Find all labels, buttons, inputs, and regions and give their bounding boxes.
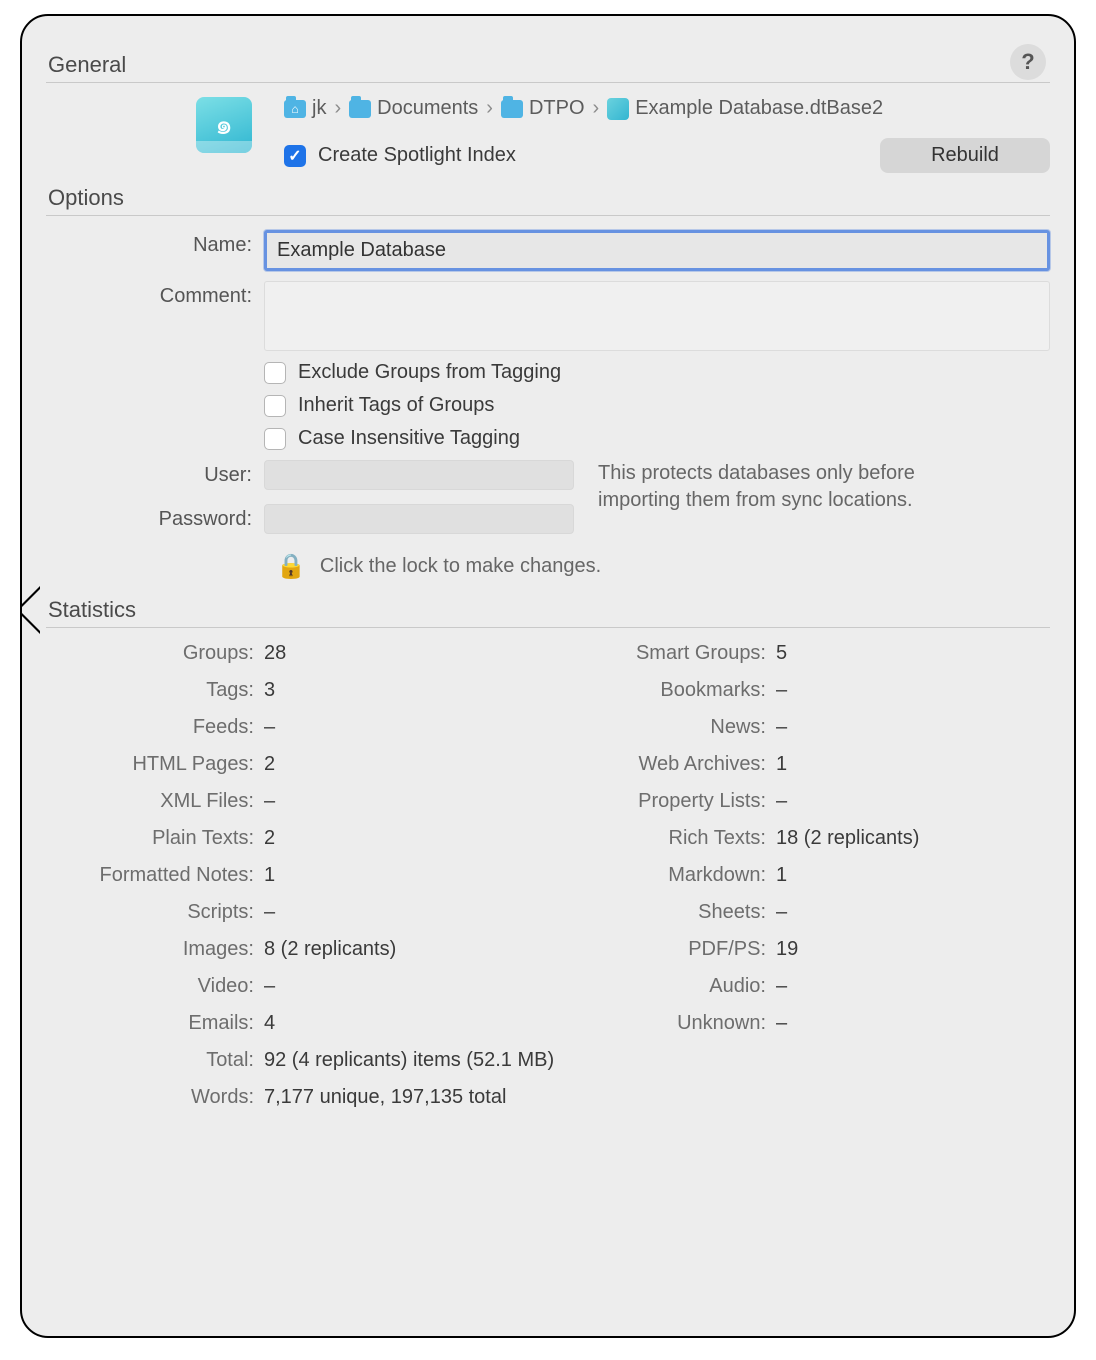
case-insensitive-label: Case Insensitive Tagging bbox=[298, 427, 520, 450]
chevron-right-icon: › bbox=[593, 97, 600, 120]
comment-label: Comment: bbox=[46, 281, 264, 308]
stat-row: Rich Texts:18 (2 replicants) bbox=[558, 827, 1050, 850]
section-title-statistics: Statistics bbox=[48, 597, 1050, 623]
spotlight-index-checkbox[interactable] bbox=[284, 145, 306, 167]
popover-arrow bbox=[20, 586, 43, 634]
chevron-right-icon: › bbox=[334, 97, 341, 120]
divider bbox=[46, 215, 1050, 216]
stat-row: Unknown:– bbox=[558, 1012, 1050, 1035]
divider bbox=[46, 82, 1050, 83]
stat-row: Audio:– bbox=[558, 975, 1050, 998]
stat-row: Scripts:– bbox=[46, 901, 538, 924]
divider bbox=[46, 627, 1050, 628]
section-title-general: General bbox=[48, 52, 1050, 78]
user-label: User: bbox=[46, 460, 264, 487]
breadcrumb-item[interactable]: Example Database.dtBase2 bbox=[607, 97, 883, 120]
stat-row-total: Total:92 (4 replicants) items (52.1 MB) bbox=[46, 1049, 1050, 1072]
user-input[interactable] bbox=[264, 460, 574, 490]
folder-icon bbox=[284, 100, 306, 118]
breadcrumb-item[interactable]: DTPO bbox=[501, 97, 585, 120]
comment-input[interactable] bbox=[264, 281, 1050, 351]
breadcrumb-item[interactable]: Documents bbox=[349, 97, 478, 120]
stat-row-words: Words:7,177 unique, 197,135 total bbox=[46, 1086, 1050, 1109]
inherit-tags-label: Inherit Tags of Groups bbox=[298, 394, 494, 417]
inherit-tags-checkbox[interactable] bbox=[264, 395, 286, 417]
stat-row: Bookmarks:– bbox=[558, 679, 1050, 702]
exclude-groups-checkbox[interactable] bbox=[264, 362, 286, 384]
stat-row: News:– bbox=[558, 716, 1050, 739]
stat-row: Emails:4 bbox=[46, 1012, 538, 1035]
chevron-right-icon: › bbox=[486, 97, 493, 120]
stat-row: Images:8 (2 replicants) bbox=[46, 938, 538, 961]
breadcrumb-item[interactable]: jk bbox=[284, 97, 326, 120]
stat-row: PDF/PS:19 bbox=[558, 938, 1050, 961]
database-properties-panel: ? General ๑ jk › Documents › DTPO › Exam… bbox=[20, 14, 1076, 1338]
stat-row: Video:– bbox=[46, 975, 538, 998]
stat-row: Feeds:– bbox=[46, 716, 538, 739]
password-input[interactable] bbox=[264, 504, 574, 534]
case-insensitive-checkbox[interactable] bbox=[264, 428, 286, 450]
name-label: Name: bbox=[46, 230, 264, 257]
help-button[interactable]: ? bbox=[1010, 44, 1046, 80]
spotlight-index-label: Create Spotlight Index bbox=[318, 144, 516, 167]
stat-row: Smart Groups:5 bbox=[558, 642, 1050, 665]
question-mark-icon: ? bbox=[1021, 49, 1034, 75]
stat-row: Sheets:– bbox=[558, 901, 1050, 924]
stat-row: Formatted Notes:1 bbox=[46, 864, 538, 887]
name-input[interactable]: Example Database bbox=[264, 230, 1050, 271]
stat-row: XML Files:– bbox=[46, 790, 538, 813]
statistics-grid: Groups:28 Smart Groups:5 Tags:3 Bookmark… bbox=[46, 642, 1050, 1109]
folder-icon bbox=[349, 100, 371, 118]
stat-row: Groups:28 bbox=[46, 642, 538, 665]
lock-text: Click the lock to make changes. bbox=[320, 555, 601, 578]
database-icon: ๑ bbox=[196, 97, 252, 153]
password-label: Password: bbox=[46, 504, 264, 531]
exclude-groups-label: Exclude Groups from Tagging bbox=[298, 361, 561, 384]
breadcrumb: jk › Documents › DTPO › Example Database… bbox=[284, 97, 1050, 120]
database-icon bbox=[607, 98, 629, 120]
lock-icon[interactable]: 🔒 bbox=[276, 552, 306, 581]
stat-row: Web Archives:1 bbox=[558, 753, 1050, 776]
protection-note: This protects databases only before impo… bbox=[598, 460, 938, 514]
stat-row: HTML Pages:2 bbox=[46, 753, 538, 776]
stat-row: Plain Texts:2 bbox=[46, 827, 538, 850]
stat-row: Markdown:1 bbox=[558, 864, 1050, 887]
rebuild-button[interactable]: Rebuild bbox=[880, 138, 1050, 173]
stat-row: Tags:3 bbox=[46, 679, 538, 702]
stat-row: Property Lists:– bbox=[558, 790, 1050, 813]
folder-icon bbox=[501, 100, 523, 118]
section-title-options: Options bbox=[48, 185, 1050, 211]
